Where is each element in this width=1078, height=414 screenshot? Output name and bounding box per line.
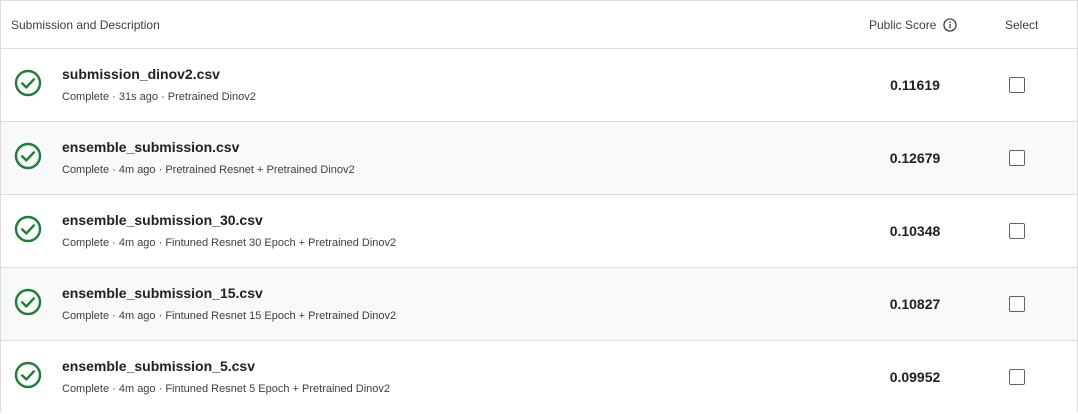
check-circle-icon — [14, 69, 42, 97]
check-circle-icon — [14, 142, 42, 170]
public-score-value: 0.09952 — [889, 369, 941, 385]
select-checkbox[interactable] — [1009, 150, 1025, 166]
submission-description: Complete · 4m ago · Fintuned Resnet 30 E… — [62, 237, 397, 249]
submission-file-name[interactable]: ensemble_submission_15.csv — [62, 285, 263, 301]
submission-description: Complete · 4m ago · Fintuned Resnet 15 E… — [62, 310, 397, 322]
check-circle-icon — [14, 215, 42, 243]
submissions-table: Submission and Description Public Score … — [0, 0, 1078, 414]
column-header-select: Select — [1005, 18, 1039, 32]
public-score-value: 0.10827 — [889, 296, 941, 312]
submission-description: Complete · 31s ago · Pretrained Dinov2 — [62, 91, 256, 103]
submission-description: Complete · 4m ago · Fintuned Resnet 5 Ep… — [62, 383, 391, 395]
public-score-value: 0.10348 — [889, 223, 941, 239]
submission-file-name[interactable]: submission_dinov2.csv — [62, 66, 220, 82]
check-circle-icon — [14, 288, 42, 316]
public-score-value: 0.11619 — [890, 77, 940, 93]
table-row[interactable]: ensemble_submission_15.csv Complete · 4m… — [1, 268, 1077, 341]
table-row[interactable]: ensemble_submission_5.csv Complete · 4m … — [1, 341, 1077, 414]
submission-file-name[interactable]: ensemble_submission.csv — [62, 139, 239, 155]
table-header: Submission and Description Public Score … — [1, 1, 1077, 49]
table-row[interactable]: ensemble_submission.csv Complete · 4m ag… — [1, 122, 1077, 195]
info-icon[interactable] — [943, 18, 958, 32]
table-row[interactable]: ensemble_submission_30.csv Complete · 4m… — [1, 195, 1077, 268]
select-checkbox[interactable] — [1009, 77, 1025, 93]
submission-file-name[interactable]: ensemble_submission_30.csv — [62, 212, 263, 228]
public-score-value: 0.12679 — [889, 150, 941, 166]
check-circle-icon — [14, 361, 42, 389]
column-header-public-score: Public Score — [869, 18, 958, 32]
column-header-description: Submission and Description — [11, 18, 160, 32]
public-score-label: Public Score — [869, 18, 937, 32]
select-checkbox[interactable] — [1009, 223, 1025, 239]
select-checkbox[interactable] — [1009, 296, 1025, 312]
submission-file-name[interactable]: ensemble_submission_5.csv — [62, 358, 255, 374]
table-row[interactable]: submission_dinov2.csv Complete · 31s ago… — [1, 49, 1077, 122]
submission-description: Complete · 4m ago · Pretrained Resnet + … — [62, 164, 355, 176]
select-checkbox[interactable] — [1009, 369, 1025, 385]
